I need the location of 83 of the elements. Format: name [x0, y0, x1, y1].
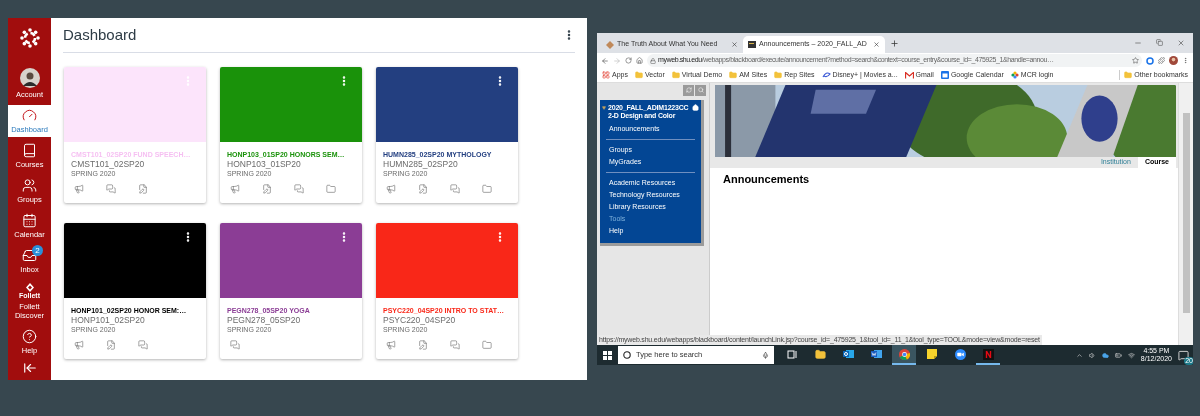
refresh-button[interactable] — [683, 84, 694, 96]
book-icon — [22, 143, 37, 158]
restore-icon[interactable] — [1156, 39, 1163, 46]
canvas-logo-icon[interactable] — [17, 26, 42, 50]
megaphone-icon[interactable] — [74, 184, 84, 194]
flower-icon — [1010, 71, 1019, 79]
diamond-icon — [606, 40, 614, 49]
folder-icon[interactable] — [482, 184, 492, 194]
chat-bubbles-icon[interactable] — [450, 184, 460, 194]
windows-icon[interactable] — [603, 350, 612, 360]
inbox-icon — [22, 248, 37, 263]
megaphone-icon[interactable] — [386, 340, 396, 350]
document-pen-icon[interactable] — [106, 340, 116, 350]
gauge-icon — [22, 108, 37, 123]
apps-icon — [602, 71, 610, 79]
folder-icon — [1124, 71, 1133, 79]
puzzle-icon[interactable] — [1158, 57, 1165, 64]
folder-icon — [729, 71, 738, 79]
task-view-icon — [787, 349, 797, 359]
back-icon[interactable] — [601, 56, 609, 65]
document-pen-icon[interactable] — [262, 184, 272, 194]
megaphone-icon[interactable] — [74, 340, 84, 350]
close-icon[interactable] — [873, 41, 880, 48]
calendar-icon — [940, 71, 949, 79]
minimize-icon[interactable] — [1134, 39, 1142, 47]
mail-app-icon — [842, 349, 854, 359]
scrollbar[interactable] — [1178, 83, 1193, 345]
folder-icon[interactable] — [482, 340, 492, 350]
swoosh-icon — [821, 71, 831, 79]
media-app-icon — [982, 348, 994, 360]
close-icon[interactable] — [731, 41, 738, 48]
help-icon — [22, 329, 37, 344]
mic-icon[interactable] — [762, 351, 769, 359]
video-app-icon — [954, 348, 966, 360]
mail-icon — [904, 71, 914, 79]
reload-icon[interactable] — [625, 57, 632, 64]
folder-icon — [671, 71, 680, 79]
page-icon — [748, 41, 756, 48]
collapse-icon[interactable] — [22, 361, 37, 375]
course-code: HUMN285_02SP20 — [383, 159, 459, 170]
course-code: CMST101_02SP20 — [71, 159, 146, 170]
chat-bubbles-icon[interactable] — [294, 184, 304, 194]
new-tab-icon[interactable] — [890, 39, 899, 48]
collapse-icon[interactable] — [602, 106, 606, 110]
chat-bubbles-icon[interactable] — [138, 340, 148, 350]
chat-bubbles-icon[interactable] — [106, 184, 116, 194]
chevron-up-icon[interactable] — [1075, 351, 1083, 359]
close-icon[interactable] — [1177, 39, 1185, 47]
calendar-icon — [22, 213, 37, 228]
network-icon[interactable] — [1127, 351, 1135, 359]
megaphone-icon[interactable] — [230, 184, 240, 194]
star-icon[interactable] — [1132, 57, 1139, 64]
document-pen-icon[interactable] — [418, 184, 428, 194]
unread-badge: 2 — [32, 245, 43, 256]
chat-bubbles-icon[interactable] — [450, 340, 460, 350]
people-icon — [22, 178, 37, 193]
lock-icon — [650, 57, 656, 64]
document-app-icon — [870, 349, 882, 359]
document-pen-icon[interactable] — [418, 340, 428, 350]
folder-icon — [814, 348, 826, 360]
folder-icon — [634, 71, 643, 79]
battery-icon[interactable] — [1114, 351, 1122, 359]
chat-bubbles-icon[interactable] — [230, 340, 240, 350]
note-app-icon — [927, 349, 937, 359]
document-pen-icon[interactable] — [138, 184, 148, 194]
folder-icon — [774, 71, 783, 79]
forward-icon[interactable] — [613, 56, 621, 65]
avatar-icon — [19, 68, 40, 88]
browser-app-icon — [898, 348, 910, 360]
cloud-icon[interactable] — [1101, 351, 1109, 359]
course-code: HONP101_02SP20 — [71, 315, 146, 326]
extension-icon[interactable] — [1146, 56, 1154, 65]
course-code: PSYC220_04SP20 — [383, 315, 457, 326]
megaphone-icon[interactable] — [386, 184, 396, 194]
folder-icon[interactable] — [326, 184, 336, 194]
course-code: HONP103_01SP20 — [227, 159, 302, 170]
speaker-icon[interactable] — [1088, 351, 1096, 359]
page-title: Dashboard — [63, 24, 137, 45]
course-code: PEGN278_05SP20 — [227, 315, 302, 326]
page-heading: Announcements — [723, 172, 811, 187]
search-icon — [623, 351, 631, 359]
toggle-button[interactable] — [695, 84, 706, 96]
profile-avatar[interactable] — [1169, 56, 1178, 65]
